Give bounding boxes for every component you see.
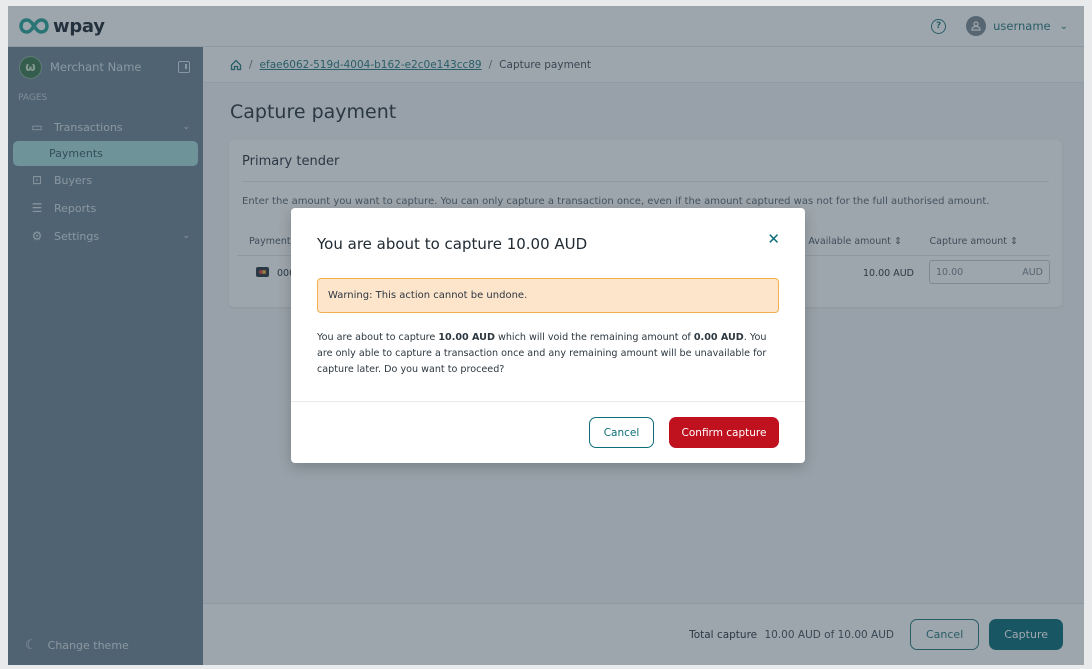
body-capture-amount: 10.00 AUD (438, 332, 495, 343)
body-text: which will void the remaining amount of (494, 332, 694, 343)
body-text: You are about to capture (317, 332, 439, 343)
warning-banner: Warning: This action cannot be undone. (317, 278, 779, 313)
dialog-actions: Cancel Confirm capture (589, 417, 779, 448)
dialog-title: You are about to capture 10.00 AUD (317, 235, 588, 253)
close-icon[interactable]: ✕ (767, 230, 780, 248)
confirm-capture-button[interactable]: Confirm capture (669, 417, 779, 448)
dialog-divider (291, 401, 805, 402)
app-frame: wpay ? username ⌄ ω Merchant Name PAGES … (8, 6, 1084, 665)
dialog-cancel-button[interactable]: Cancel (589, 417, 654, 448)
dialog-body: You are about to capture 10.00 AUD which… (317, 330, 783, 378)
capture-confirm-dialog: You are about to capture 10.00 AUD ✕ War… (291, 208, 805, 463)
body-remaining-amount: 0.00 AUD (693, 332, 744, 343)
